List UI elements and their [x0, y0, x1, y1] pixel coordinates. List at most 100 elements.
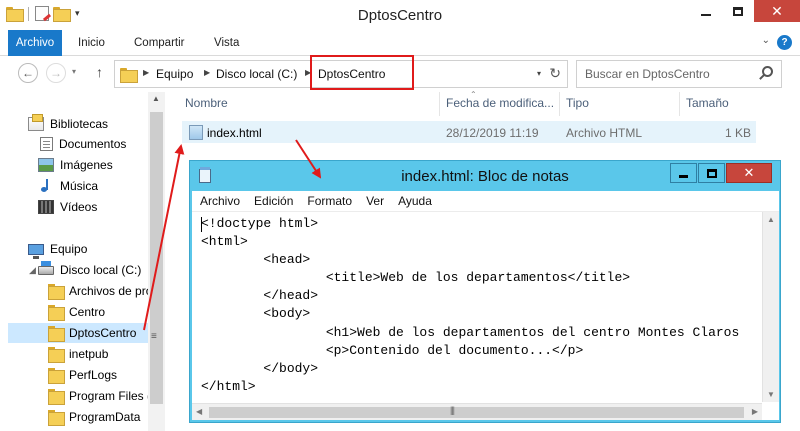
nav-disco-local[interactable]: Disco local (C:): [38, 260, 141, 280]
tab-inicio[interactable]: Inicio: [78, 30, 105, 56]
menu-archivo[interactable]: Archivo: [200, 191, 240, 211]
explorer-title-bar: ▾ DptosCentro ✕: [0, 0, 800, 30]
file-size: 1 KB: [724, 126, 751, 140]
address-dropdown-icon[interactable]: ▾: [537, 69, 541, 78]
forward-button[interactable]: →: [46, 63, 66, 83]
minimize-button[interactable]: [690, 0, 722, 22]
minimize-icon: [679, 175, 688, 178]
scroll-up-icon[interactable]: ▲: [152, 94, 160, 103]
help-icon[interactable]: ?: [777, 35, 792, 50]
ribbon-tabs: Archivo Inicio Compartir Vista ⌄ ?: [0, 30, 800, 56]
breadcrumb-chevron-icon[interactable]: ▶: [143, 68, 149, 77]
up-button[interactable]: ↑: [96, 64, 103, 80]
nav-imagenes[interactable]: Imágenes: [38, 155, 113, 175]
tab-archivo[interactable]: Archivo: [8, 30, 62, 56]
nav-bibliotecas[interactable]: Bibliotecas: [28, 114, 108, 134]
folder-icon: [48, 326, 65, 342]
close-button[interactable]: ✕: [754, 0, 800, 22]
notepad-title-bar: index.html: Bloc de notas ✕: [190, 161, 780, 190]
scroll-down-icon[interactable]: ▼: [767, 390, 775, 399]
recent-locations-icon[interactable]: ▾: [72, 67, 76, 76]
nav-label: ProgramData: [69, 410, 141, 424]
nav-folder-dptoscentro[interactable]: DptosCentro: [8, 323, 148, 343]
tab-vista[interactable]: Vista: [214, 30, 239, 56]
menu-formato[interactable]: Formato: [307, 191, 352, 211]
notepad-text[interactable]: <!doctype html> <html> <head> <title>Web…: [201, 215, 756, 400]
editor-horizontal-scrollbar[interactable]: ◀ ||| ▶: [192, 403, 762, 420]
folder-icon: [48, 410, 65, 426]
file-row[interactable]: index.html 28/12/2019 11:19 Archivo HTML…: [182, 121, 756, 143]
libraries-icon: [28, 114, 44, 131]
notepad-window-controls: ✕: [670, 163, 772, 183]
annotation-highlight-box: [310, 55, 414, 90]
back-button[interactable]: ←: [18, 63, 38, 83]
nav-label: Bibliotecas: [50, 117, 109, 131]
menu-ver[interactable]: Ver: [366, 191, 384, 211]
window-controls: ✕: [690, 0, 800, 22]
nav-videos[interactable]: Vídeos: [38, 197, 97, 217]
computer-icon: [28, 243, 44, 259]
scroll-up-icon[interactable]: ▲: [767, 215, 775, 224]
nav-folder-inetpub[interactable]: inetpub: [48, 344, 148, 364]
editor-vertical-scrollbar[interactable]: ▲ ▼: [762, 212, 779, 402]
column-tamano[interactable]: Tamaño: [686, 96, 729, 110]
nav-label: Program Files (: [69, 389, 148, 403]
pictures-icon: [38, 158, 54, 172]
folder-icon: [48, 368, 65, 384]
text-cursor: [201, 217, 202, 232]
folder-icon: [48, 347, 65, 363]
nav-equipo[interactable]: Equipo: [28, 239, 87, 259]
nav-documentos[interactable]: Documentos: [40, 134, 126, 154]
nav-label: PerfLogs: [69, 368, 118, 382]
notepad-editor[interactable]: <!doctype html> <html> <head> <title>Web…: [192, 212, 779, 420]
column-nombre[interactable]: Nombre: [185, 96, 228, 110]
tab-compartir[interactable]: Compartir: [134, 30, 184, 56]
maximize-button[interactable]: [722, 0, 754, 22]
scrollbar-grip-icon: |||: [450, 405, 455, 415]
scrollbar-thumb[interactable]: [150, 112, 163, 404]
column-divider[interactable]: [679, 92, 680, 116]
file-list-header: ⌃ Nombre Fecha de modifica... Tipo Tamañ…: [165, 90, 760, 116]
menu-ayuda[interactable]: Ayuda: [398, 191, 432, 211]
scroll-right-icon[interactable]: ▶: [752, 407, 758, 416]
file-type: Archivo HTML: [566, 126, 643, 140]
videos-icon: [38, 200, 54, 214]
notepad-minimize-button[interactable]: [670, 163, 697, 183]
nav-folder-perflogs[interactable]: PerfLogs: [48, 365, 148, 385]
close-icon: ✕: [743, 165, 755, 180]
column-fecha[interactable]: Fecha de modifica...: [446, 96, 554, 110]
expand-ribbon-icon[interactable]: ⌄: [762, 35, 770, 46]
collapse-arrow-icon[interactable]: ◢: [29, 265, 36, 276]
folder-icon: [48, 284, 65, 300]
folder-icon: [48, 305, 65, 321]
breadcrumb-chevron-icon[interactable]: ▶: [204, 68, 210, 77]
nav-folder-programdata[interactable]: ProgramData: [48, 407, 148, 427]
maximize-icon: [706, 168, 717, 178]
nav-label: Equipo: [50, 242, 88, 256]
scrollbar-thumb[interactable]: [209, 407, 744, 418]
search-box[interactable]: [576, 60, 782, 88]
menu-edicion[interactable]: Edición: [254, 191, 293, 211]
notepad-close-button[interactable]: ✕: [726, 163, 772, 183]
breadcrumb-disco-local[interactable]: Disco local (C:): [216, 67, 297, 81]
nav-label: Imágenes: [60, 158, 113, 172]
nav-folder-program-files[interactable]: Program Files (: [48, 386, 148, 406]
column-tipo[interactable]: Tipo: [566, 96, 589, 110]
nav-folder-archivos[interactable]: Archivos de pro: [48, 281, 148, 301]
nav-musica[interactable]: Música: [38, 176, 98, 196]
breadcrumb-equipo[interactable]: Equipo: [156, 67, 193, 81]
search-input[interactable]: [585, 67, 755, 81]
nav-label: Disco local (C:): [60, 263, 142, 277]
search-icon[interactable]: [762, 66, 773, 77]
nav-label: inetpub: [69, 347, 109, 361]
column-divider[interactable]: [559, 92, 560, 116]
nav-label: DptosCentro: [69, 326, 137, 340]
nav-folder-centro[interactable]: Centro: [48, 302, 148, 322]
scroll-left-icon[interactable]: ◀: [196, 407, 202, 416]
notepad-window: index.html: Bloc de notas ✕ Archivo Edic…: [189, 160, 781, 423]
nav-pane-scrollbar[interactable]: ▲ ≡: [148, 92, 165, 431]
column-divider[interactable]: [439, 92, 440, 116]
notepad-maximize-button[interactable]: [698, 163, 725, 183]
html-file-icon: [189, 125, 203, 140]
refresh-icon[interactable]: ↻: [549, 65, 561, 82]
